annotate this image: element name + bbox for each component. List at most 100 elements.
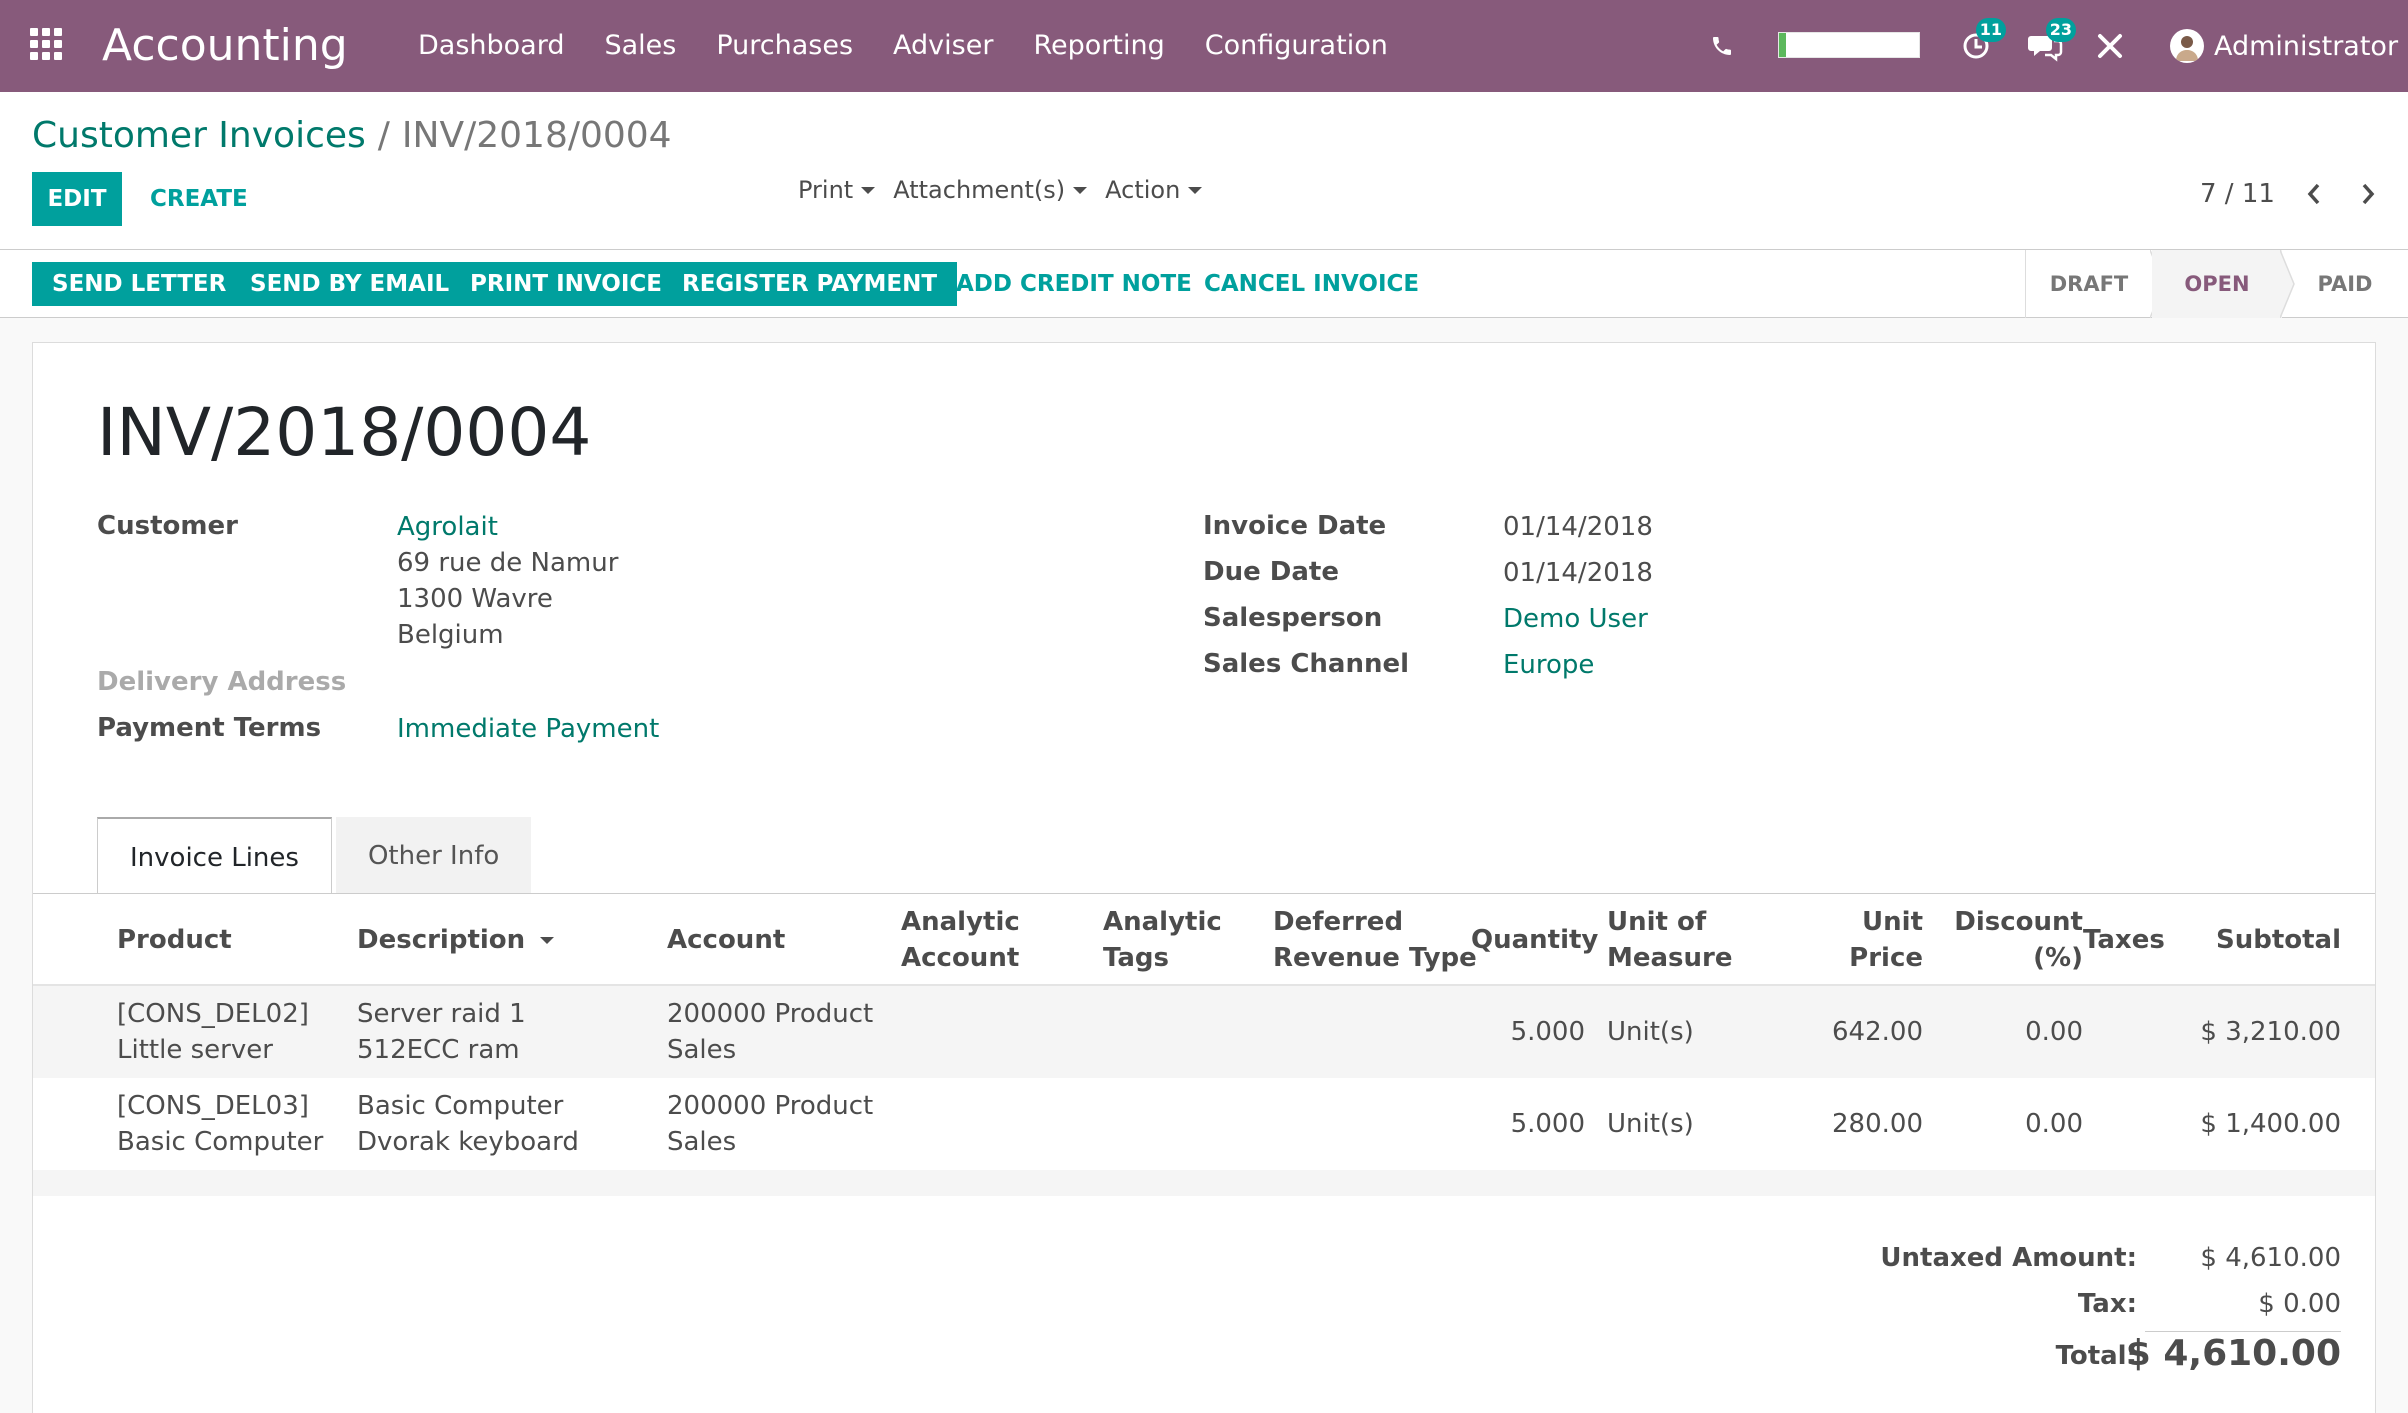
table-row[interactable]: [CONS_DEL03] Basic Computer Basic Compute… — [33, 1078, 2375, 1170]
chevron-right-icon[interactable] — [2353, 176, 2383, 212]
sort-caret-icon — [540, 937, 555, 944]
status-stages: DRAFT OPEN PAID — [2025, 250, 2408, 318]
phone-icon[interactable] — [1704, 24, 1740, 68]
caret-down-icon — [1073, 186, 1088, 194]
col-analytic-account[interactable]: Analytic Account — [901, 904, 1020, 976]
due-date-value: 01/14/2018 — [1503, 558, 1653, 588]
cell-discount: 0.00 — [2025, 1109, 2083, 1139]
cell-description-line1: Basic Computer — [357, 1091, 564, 1121]
register-payment-button[interactable]: REGISTER PAYMENT — [662, 262, 958, 306]
col-deferred-line1: Deferred — [1273, 907, 1404, 937]
progress-bar[interactable] — [1778, 32, 1920, 58]
breadcrumb-separator: / — [377, 115, 390, 156]
user-name: Administrator — [2214, 30, 2399, 62]
user-menu[interactable]: Administrator — [2170, 26, 2398, 66]
menu-sales[interactable]: Sales — [604, 26, 676, 66]
col-account[interactable]: Account — [667, 922, 785, 958]
attachments-dropdown-label: Attachment(s) — [893, 176, 1066, 204]
salesperson-link[interactable]: Demo User — [1503, 601, 1648, 637]
caret-down-icon — [1188, 186, 1203, 194]
col-discount[interactable]: Discount (%) — [1933, 904, 2083, 976]
activity-badge: 11 — [1975, 18, 2006, 42]
sales-channel-link[interactable]: Europe — [1503, 647, 1594, 683]
col-analytic-account-line2: Account — [901, 943, 1020, 973]
breadcrumb: Customer Invoices / INV/2018/0004 — [32, 112, 672, 160]
cell-account-line1: 200000 Product — [667, 999, 874, 1029]
edit-button[interactable]: EDIT — [32, 172, 122, 226]
col-unit-of-measure[interactable]: Unit of Measure — [1607, 904, 1733, 976]
cell-product-name: Basic Computer — [117, 1127, 324, 1157]
chevron-left-icon[interactable] — [2299, 176, 2329, 212]
debug-tools-icon[interactable] — [2090, 24, 2130, 68]
breadcrumb-parent[interactable]: Customer Invoices — [32, 115, 366, 156]
payment-terms-link[interactable]: Immediate Payment — [397, 711, 659, 747]
cell-quantity: 5.000 — [1510, 1017, 1585, 1047]
stage-open[interactable]: OPEN — [2152, 250, 2295, 318]
print-dropdown-label: Print — [798, 176, 854, 204]
top-navbar: Accounting Dashboard Sales Purchases Adv… — [0, 0, 2408, 92]
action-dropdown[interactable]: Action — [1105, 176, 1203, 204]
cell-discount: 0.00 — [2025, 1017, 2083, 1047]
stage-paid-label: PAID — [2317, 272, 2373, 296]
col-quantity[interactable]: Quantity — [1471, 922, 1598, 958]
cell-description-line1: Server raid 1 — [357, 999, 526, 1029]
table-row[interactable]: [CONS_DEL02] Little server Server raid 1 5… — [33, 986, 2375, 1078]
menu-adviser[interactable]: Adviser — [893, 26, 993, 66]
print-dropdown[interactable]: Print — [798, 176, 876, 204]
control-panel: Customer Invoices / INV/2018/0004 EDIT CRE… — [0, 92, 2408, 250]
col-discount-line2: (%) — [2033, 943, 2083, 973]
stage-draft-label: DRAFT — [2049, 272, 2129, 296]
print-invoice-button[interactable]: PRINT INVOICE — [450, 262, 682, 306]
send-by-email-button[interactable]: SEND BY EMAIL — [230, 262, 470, 306]
form-statusbar: SEND LETTER SEND BY EMAIL PRINT INVOICE … — [0, 250, 2408, 318]
customer-address-line3: Belgium — [397, 620, 504, 650]
delivery-address-label: Delivery Address — [97, 667, 347, 697]
tab-invoice-lines[interactable]: Invoice Lines — [97, 817, 332, 897]
sales-channel-label: Sales Channel — [1203, 649, 1410, 679]
col-description-label: Description — [357, 925, 526, 955]
cancel-invoice-button[interactable]: CANCEL INVOICE — [1184, 262, 1439, 306]
customer-link[interactable]: Agrolait — [397, 509, 498, 545]
table-footer — [33, 1170, 2375, 1196]
menu-reporting[interactable]: Reporting — [1033, 26, 1164, 66]
cell-account-line2: Sales — [667, 1127, 737, 1157]
activity-clock-icon[interactable]: 11 — [1954, 18, 2006, 68]
menu-dashboard[interactable]: Dashboard — [418, 26, 564, 66]
cell-quantity: 5.000 — [1510, 1109, 1585, 1139]
stage-draft[interactable]: DRAFT — [2026, 250, 2165, 318]
add-credit-note-button[interactable]: ADD CREDIT NOTE — [936, 262, 1212, 306]
col-analytic-tags[interactable]: Analytic Tags — [1103, 904, 1222, 976]
due-date-label: Due Date — [1203, 557, 1339, 587]
col-unit-price-line1: Unit — [1862, 907, 1923, 937]
col-taxes[interactable]: Taxes — [2083, 922, 2165, 958]
invoice-lines-table: Product Description Account Analytic Acco… — [33, 894, 2375, 1196]
apps-grid-icon[interactable] — [30, 28, 64, 62]
send-letter-button[interactable]: SEND LETTER — [32, 262, 247, 306]
cell-unit-price: 280.00 — [1832, 1109, 1923, 1139]
cell-account-line2: Sales — [667, 1035, 737, 1065]
col-deferred-revenue-type[interactable]: Deferred Revenue Type — [1273, 904, 1477, 976]
customer-address-line2: 1300 Wavre — [397, 584, 553, 614]
invoice-date-value: 01/14/2018 — [1503, 512, 1653, 542]
col-product[interactable]: Product — [117, 922, 232, 958]
stage-open-label: OPEN — [2184, 272, 2250, 296]
tab-other-info[interactable]: Other Info — [335, 817, 532, 895]
totals-divider — [2145, 1331, 2341, 1332]
cell-unit-price: 642.00 — [1832, 1017, 1923, 1047]
cell-product: [CONS_DEL03] Basic Computer — [117, 1088, 323, 1160]
table-header: Product Description Account Analytic Acco… — [33, 894, 2375, 986]
create-button[interactable]: CREATE — [150, 172, 248, 226]
app-name[interactable]: Accounting — [102, 16, 348, 76]
caret-down-icon — [861, 186, 876, 194]
col-subtotal[interactable]: Subtotal — [2193, 922, 2341, 958]
menu-purchases[interactable]: Purchases — [716, 26, 853, 66]
messages-icon[interactable]: 23 — [2022, 18, 2076, 68]
customer-label: Customer — [97, 511, 238, 541]
pager-value[interactable]: 7 / 11 — [2200, 179, 2275, 209]
menu-configuration[interactable]: Configuration — [1205, 26, 1388, 66]
stage-paid[interactable]: PAID — [2282, 250, 2408, 318]
attachments-dropdown[interactable]: Attachment(s) — [893, 176, 1088, 204]
col-description[interactable]: Description — [357, 922, 555, 958]
col-unit-price[interactable]: Unit Price — [1813, 904, 1923, 976]
breadcrumb-current: INV/2018/0004 — [401, 115, 672, 156]
